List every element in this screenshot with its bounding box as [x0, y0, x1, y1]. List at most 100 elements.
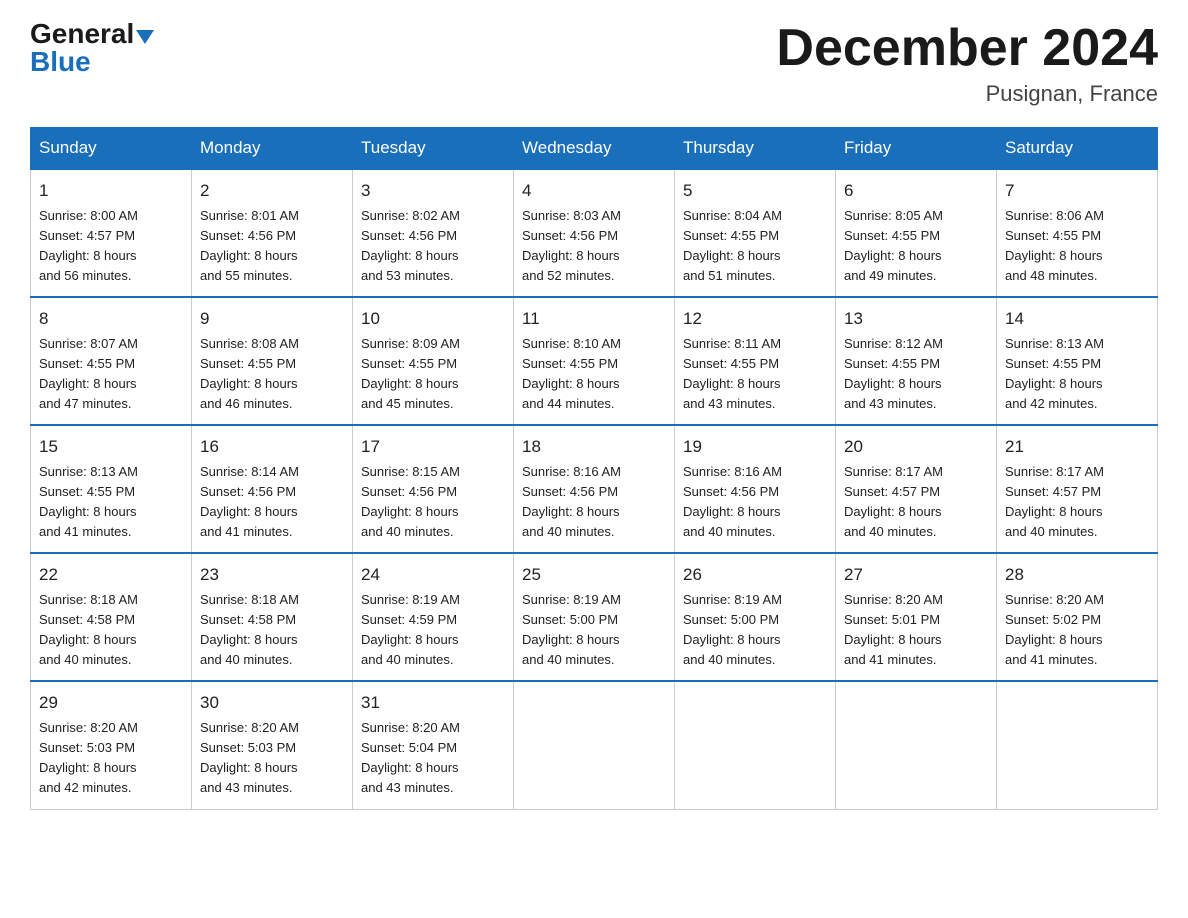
- day-info: Sunrise: 8:07 AM Sunset: 4:55 PM Dayligh…: [39, 334, 183, 415]
- day-info: Sunrise: 8:19 AM Sunset: 5:00 PM Dayligh…: [522, 590, 666, 671]
- day-info: Sunrise: 8:17 AM Sunset: 4:57 PM Dayligh…: [844, 462, 988, 543]
- day-number: 7: [1005, 178, 1149, 204]
- table-row: 20 Sunrise: 8:17 AM Sunset: 4:57 PM Dayl…: [836, 425, 997, 553]
- col-monday: Monday: [192, 128, 353, 170]
- calendar-table: Sunday Monday Tuesday Wednesday Thursday…: [30, 127, 1158, 809]
- day-info: Sunrise: 8:18 AM Sunset: 4:58 PM Dayligh…: [39, 590, 183, 671]
- day-number: 21: [1005, 434, 1149, 460]
- logo: General Blue: [30, 20, 154, 76]
- table-row: 21 Sunrise: 8:17 AM Sunset: 4:57 PM Dayl…: [997, 425, 1158, 553]
- day-info: Sunrise: 8:15 AM Sunset: 4:56 PM Dayligh…: [361, 462, 505, 543]
- day-number: 20: [844, 434, 988, 460]
- logo-triangle-icon: [136, 30, 154, 44]
- day-info: Sunrise: 8:02 AM Sunset: 4:56 PM Dayligh…: [361, 206, 505, 287]
- logo-general-text: General: [30, 18, 134, 49]
- day-info: Sunrise: 8:14 AM Sunset: 4:56 PM Dayligh…: [200, 462, 344, 543]
- table-row: 14 Sunrise: 8:13 AM Sunset: 4:55 PM Dayl…: [997, 297, 1158, 425]
- day-number: 31: [361, 690, 505, 716]
- day-info: Sunrise: 8:08 AM Sunset: 4:55 PM Dayligh…: [200, 334, 344, 415]
- table-row: 25 Sunrise: 8:19 AM Sunset: 5:00 PM Dayl…: [514, 553, 675, 681]
- day-number: 2: [200, 178, 344, 204]
- day-number: 3: [361, 178, 505, 204]
- table-row: [836, 681, 997, 809]
- col-tuesday: Tuesday: [353, 128, 514, 170]
- table-row: 24 Sunrise: 8:19 AM Sunset: 4:59 PM Dayl…: [353, 553, 514, 681]
- day-number: 18: [522, 434, 666, 460]
- day-number: 27: [844, 562, 988, 588]
- calendar-body: 1 Sunrise: 8:00 AM Sunset: 4:57 PM Dayli…: [31, 169, 1158, 809]
- table-row: 19 Sunrise: 8:16 AM Sunset: 4:56 PM Dayl…: [675, 425, 836, 553]
- day-number: 11: [522, 306, 666, 332]
- day-info: Sunrise: 8:09 AM Sunset: 4:55 PM Dayligh…: [361, 334, 505, 415]
- day-number: 13: [844, 306, 988, 332]
- table-row: 4 Sunrise: 8:03 AM Sunset: 4:56 PM Dayli…: [514, 169, 675, 297]
- table-row: 10 Sunrise: 8:09 AM Sunset: 4:55 PM Dayl…: [353, 297, 514, 425]
- table-row: 22 Sunrise: 8:18 AM Sunset: 4:58 PM Dayl…: [31, 553, 192, 681]
- table-row: 2 Sunrise: 8:01 AM Sunset: 4:56 PM Dayli…: [192, 169, 353, 297]
- day-number: 29: [39, 690, 183, 716]
- table-row: 8 Sunrise: 8:07 AM Sunset: 4:55 PM Dayli…: [31, 297, 192, 425]
- day-number: 1: [39, 178, 183, 204]
- day-info: Sunrise: 8:01 AM Sunset: 4:56 PM Dayligh…: [200, 206, 344, 287]
- day-number: 9: [200, 306, 344, 332]
- table-row: 17 Sunrise: 8:15 AM Sunset: 4:56 PM Dayl…: [353, 425, 514, 553]
- day-info: Sunrise: 8:20 AM Sunset: 5:04 PM Dayligh…: [361, 718, 505, 799]
- col-friday: Friday: [836, 128, 997, 170]
- day-number: 19: [683, 434, 827, 460]
- day-number: 26: [683, 562, 827, 588]
- day-info: Sunrise: 8:20 AM Sunset: 5:01 PM Dayligh…: [844, 590, 988, 671]
- day-number: 4: [522, 178, 666, 204]
- table-row: 15 Sunrise: 8:13 AM Sunset: 4:55 PM Dayl…: [31, 425, 192, 553]
- day-info: Sunrise: 8:03 AM Sunset: 4:56 PM Dayligh…: [522, 206, 666, 287]
- table-row: 13 Sunrise: 8:12 AM Sunset: 4:55 PM Dayl…: [836, 297, 997, 425]
- page-header: General Blue December 2024 Pusignan, Fra…: [30, 20, 1158, 107]
- table-row: [675, 681, 836, 809]
- table-row: 31 Sunrise: 8:20 AM Sunset: 5:04 PM Dayl…: [353, 681, 514, 809]
- day-info: Sunrise: 8:13 AM Sunset: 4:55 PM Dayligh…: [1005, 334, 1149, 415]
- table-row: [514, 681, 675, 809]
- col-saturday: Saturday: [997, 128, 1158, 170]
- day-info: Sunrise: 8:19 AM Sunset: 4:59 PM Dayligh…: [361, 590, 505, 671]
- day-number: 10: [361, 306, 505, 332]
- day-info: Sunrise: 8:12 AM Sunset: 4:55 PM Dayligh…: [844, 334, 988, 415]
- day-info: Sunrise: 8:06 AM Sunset: 4:55 PM Dayligh…: [1005, 206, 1149, 287]
- day-number: 30: [200, 690, 344, 716]
- logo-blue-text: Blue: [30, 46, 91, 77]
- col-thursday: Thursday: [675, 128, 836, 170]
- day-info: Sunrise: 8:05 AM Sunset: 4:55 PM Dayligh…: [844, 206, 988, 287]
- day-info: Sunrise: 8:20 AM Sunset: 5:03 PM Dayligh…: [200, 718, 344, 799]
- day-info: Sunrise: 8:17 AM Sunset: 4:57 PM Dayligh…: [1005, 462, 1149, 543]
- day-number: 16: [200, 434, 344, 460]
- table-row: 5 Sunrise: 8:04 AM Sunset: 4:55 PM Dayli…: [675, 169, 836, 297]
- day-number: 23: [200, 562, 344, 588]
- day-info: Sunrise: 8:20 AM Sunset: 5:02 PM Dayligh…: [1005, 590, 1149, 671]
- table-row: 28 Sunrise: 8:20 AM Sunset: 5:02 PM Dayl…: [997, 553, 1158, 681]
- day-number: 28: [1005, 562, 1149, 588]
- logo-general-line: General: [30, 20, 154, 48]
- table-row: 30 Sunrise: 8:20 AM Sunset: 5:03 PM Dayl…: [192, 681, 353, 809]
- table-row: 23 Sunrise: 8:18 AM Sunset: 4:58 PM Dayl…: [192, 553, 353, 681]
- day-number: 22: [39, 562, 183, 588]
- day-number: 14: [1005, 306, 1149, 332]
- page-subtitle: Pusignan, France: [776, 81, 1158, 107]
- day-info: Sunrise: 8:18 AM Sunset: 4:58 PM Dayligh…: [200, 590, 344, 671]
- day-number: 15: [39, 434, 183, 460]
- table-row: 11 Sunrise: 8:10 AM Sunset: 4:55 PM Dayl…: [514, 297, 675, 425]
- table-row: 3 Sunrise: 8:02 AM Sunset: 4:56 PM Dayli…: [353, 169, 514, 297]
- day-number: 6: [844, 178, 988, 204]
- day-info: Sunrise: 8:16 AM Sunset: 4:56 PM Dayligh…: [522, 462, 666, 543]
- table-row: 29 Sunrise: 8:20 AM Sunset: 5:03 PM Dayl…: [31, 681, 192, 809]
- table-row: 9 Sunrise: 8:08 AM Sunset: 4:55 PM Dayli…: [192, 297, 353, 425]
- day-info: Sunrise: 8:11 AM Sunset: 4:55 PM Dayligh…: [683, 334, 827, 415]
- day-info: Sunrise: 8:20 AM Sunset: 5:03 PM Dayligh…: [39, 718, 183, 799]
- table-row: 7 Sunrise: 8:06 AM Sunset: 4:55 PM Dayli…: [997, 169, 1158, 297]
- day-info: Sunrise: 8:00 AM Sunset: 4:57 PM Dayligh…: [39, 206, 183, 287]
- table-row: 26 Sunrise: 8:19 AM Sunset: 5:00 PM Dayl…: [675, 553, 836, 681]
- day-number: 24: [361, 562, 505, 588]
- table-row: 16 Sunrise: 8:14 AM Sunset: 4:56 PM Dayl…: [192, 425, 353, 553]
- day-info: Sunrise: 8:13 AM Sunset: 4:55 PM Dayligh…: [39, 462, 183, 543]
- day-number: 5: [683, 178, 827, 204]
- day-number: 17: [361, 434, 505, 460]
- table-row: 27 Sunrise: 8:20 AM Sunset: 5:01 PM Dayl…: [836, 553, 997, 681]
- calendar-header: Sunday Monday Tuesday Wednesday Thursday…: [31, 128, 1158, 170]
